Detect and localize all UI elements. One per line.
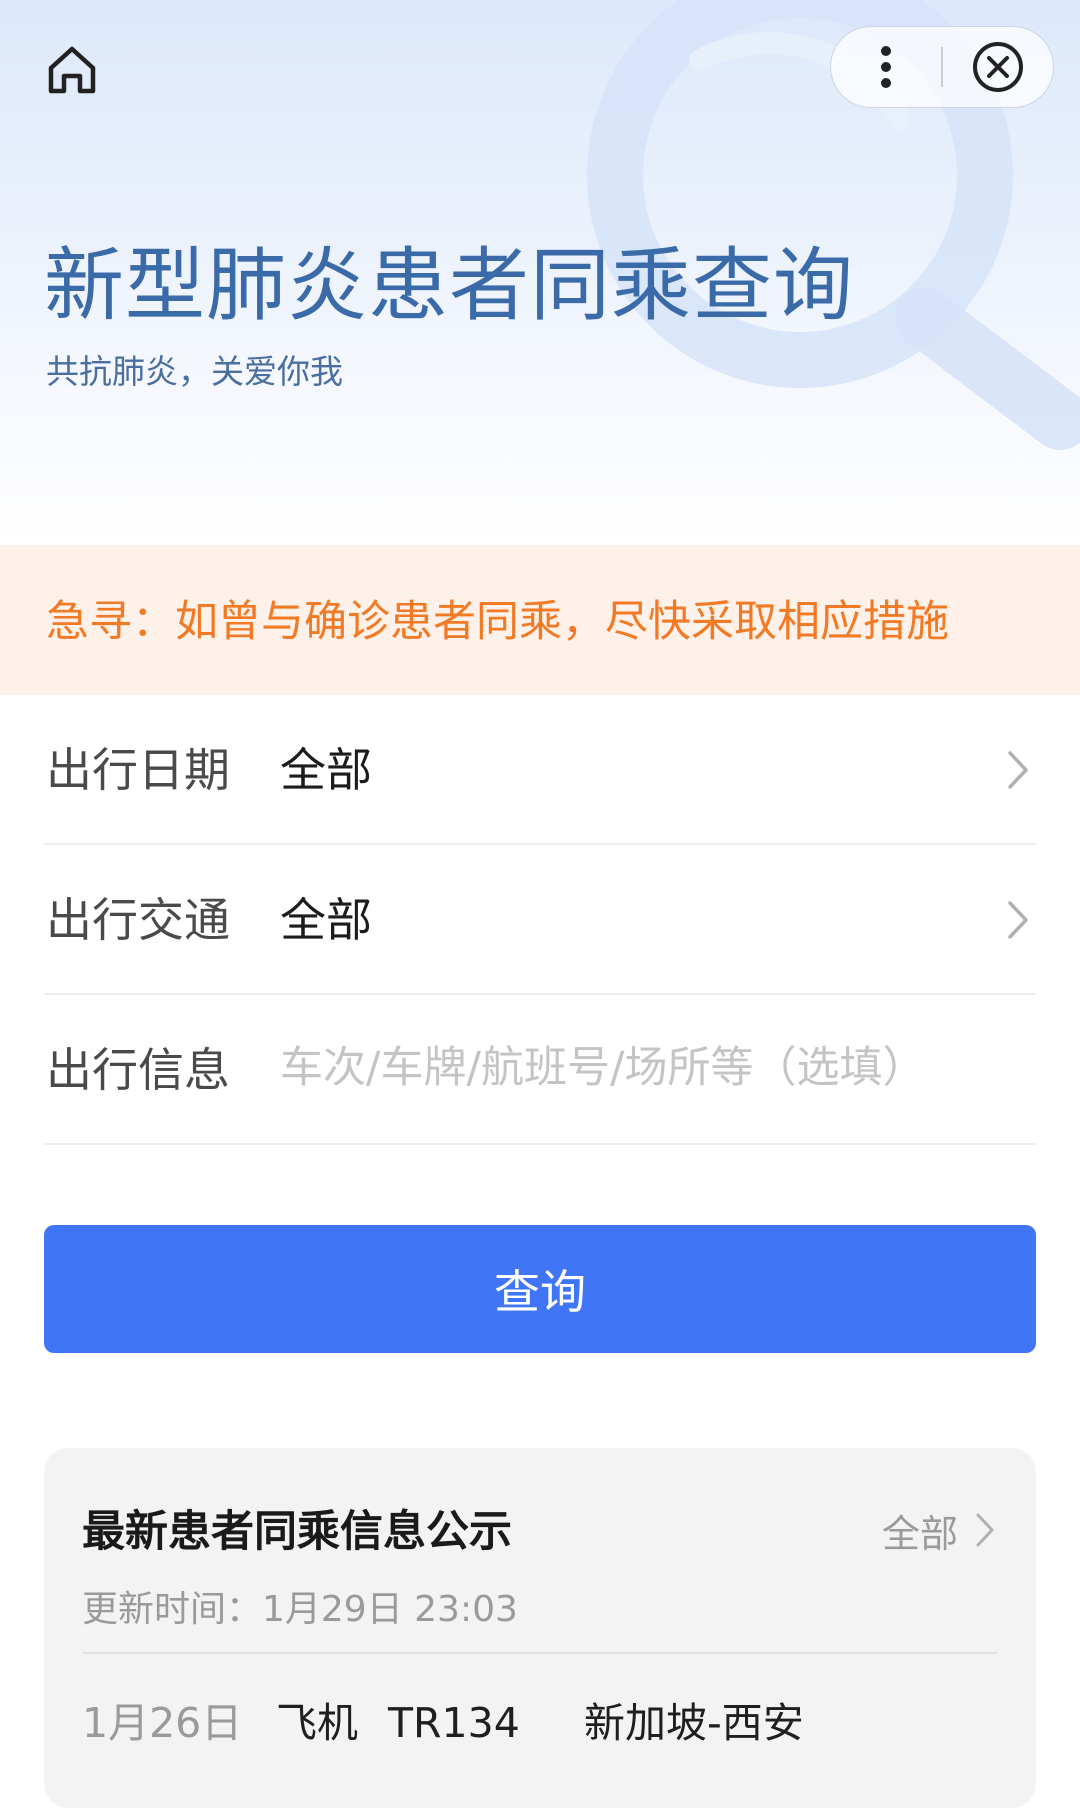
record-route: 新加坡-西安	[584, 1699, 804, 1747]
transport-value: 全部	[280, 893, 372, 947]
record-transport: 飞机	[276, 1699, 358, 1747]
view-all-label: 全部	[881, 1511, 958, 1556]
record-date: 1月26日	[82, 1699, 243, 1747]
urgent-notice-banner: 急寻：如曾与确诊患者同乘，尽快采取相应措施	[0, 545, 1080, 695]
latest-records-title: 最新患者同乘信息公示	[82, 1507, 512, 1557]
card-divider	[82, 1652, 998, 1654]
urgent-notice-text: 急寻：如曾与确诊患者同乘，尽快采取相应措施	[46, 597, 949, 647]
travel-date-label: 出行日期	[46, 743, 230, 797]
close-circle-icon	[973, 41, 1023, 92]
close-button[interactable]	[943, 27, 1053, 106]
page-title: 新型肺炎患者同乘查询	[44, 239, 854, 332]
chevron-right-icon	[1008, 751, 1028, 789]
more-button[interactable]	[831, 27, 941, 106]
update-time: 更新时间：1月29日 23:03	[82, 1589, 518, 1630]
travel-info-input[interactable]	[276, 1035, 1024, 1101]
home-icon	[48, 46, 96, 94]
query-button[interactable]: 查询	[44, 1225, 1036, 1353]
chevron-right-icon	[1008, 901, 1028, 939]
travel-info-row: 出行信息	[44, 995, 1036, 1145]
chevron-right-icon	[976, 1513, 994, 1547]
record-number: TR134	[388, 1699, 520, 1747]
view-all-link[interactable]: 全部	[882, 1500, 996, 1560]
travel-date-row[interactable]: 出行日期 全部	[44, 695, 1036, 845]
home-button[interactable]	[42, 40, 102, 100]
mini-program-capsule	[830, 26, 1054, 108]
travel-info-label: 出行信息	[46, 1043, 230, 1097]
more-vertical-icon	[881, 45, 891, 88]
transport-label: 出行交通	[46, 893, 230, 947]
travel-date-value: 全部	[280, 743, 372, 797]
latest-records-card: 最新患者同乘信息公示 全部 更新时间：1月29日 23:03 1月26日 飞机 …	[44, 1448, 1036, 1808]
hero-header: 新型肺炎患者同乘查询 共抗肺炎，关爱你我	[0, 0, 1080, 545]
transport-row[interactable]: 出行交通 全部	[44, 845, 1036, 995]
page-subtitle: 共抗肺炎，关爱你我	[46, 352, 343, 391]
